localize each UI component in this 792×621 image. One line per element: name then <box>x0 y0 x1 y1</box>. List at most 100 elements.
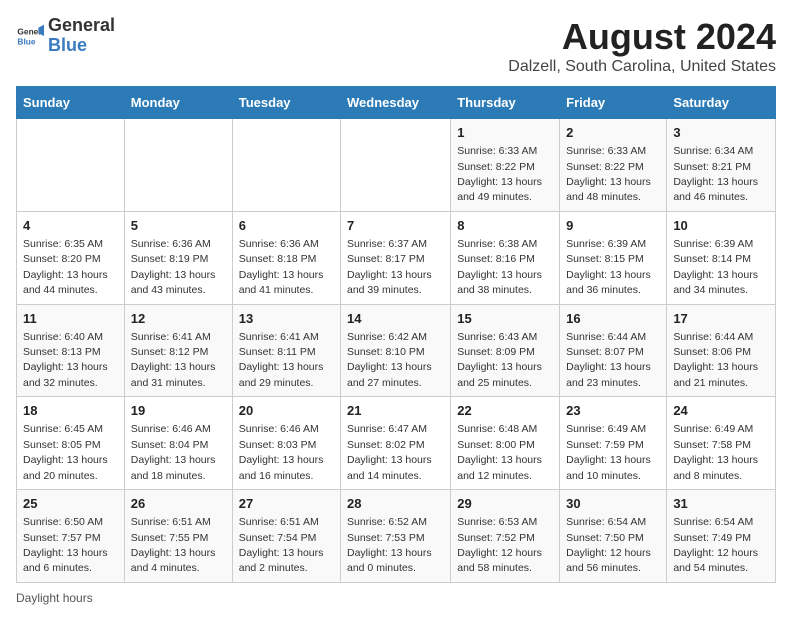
day-number: 15 <box>457 310 553 328</box>
day-detail: Sunrise: 6:33 AMSunset: 8:22 PMDaylight:… <box>566 145 651 203</box>
day-detail: Sunrise: 6:50 AMSunset: 7:57 PMDaylight:… <box>23 516 108 574</box>
day-cell: 25 Sunrise: 6:50 AMSunset: 7:57 PMDaylig… <box>17 490 125 583</box>
day-detail: Sunrise: 6:53 AMSunset: 7:52 PMDaylight:… <box>457 516 542 574</box>
day-cell: 22 Sunrise: 6:48 AMSunset: 8:00 PMDaylig… <box>451 397 560 490</box>
day-detail: Sunrise: 6:43 AMSunset: 8:09 PMDaylight:… <box>457 331 542 389</box>
day-detail: Sunrise: 6:51 AMSunset: 7:55 PMDaylight:… <box>131 516 216 574</box>
day-number: 17 <box>673 310 769 328</box>
day-cell: 31 Sunrise: 6:54 AMSunset: 7:49 PMDaylig… <box>667 490 776 583</box>
logo-blue: Blue <box>48 36 115 56</box>
day-number: 8 <box>457 217 553 235</box>
day-cell: 2 Sunrise: 6:33 AMSunset: 8:22 PMDayligh… <box>560 119 667 212</box>
title-area: August 2024 Dalzell, South Carolina, Uni… <box>508 16 776 76</box>
day-number: 30 <box>566 495 660 513</box>
day-cell: 23 Sunrise: 6:49 AMSunset: 7:59 PMDaylig… <box>560 397 667 490</box>
day-number: 3 <box>673 124 769 142</box>
day-detail: Sunrise: 6:36 AMSunset: 8:18 PMDaylight:… <box>239 238 324 296</box>
day-number: 22 <box>457 402 553 420</box>
day-detail: Sunrise: 6:36 AMSunset: 8:19 PMDaylight:… <box>131 238 216 296</box>
svg-text:Blue: Blue <box>17 36 35 46</box>
day-cell <box>17 119 125 212</box>
logo-general: General <box>48 16 115 36</box>
day-number: 14 <box>347 310 444 328</box>
day-number: 2 <box>566 124 660 142</box>
day-cell: 29 Sunrise: 6:53 AMSunset: 7:52 PMDaylig… <box>451 490 560 583</box>
day-number: 12 <box>131 310 226 328</box>
header: General Blue General Blue August 2024 Da… <box>16 16 776 76</box>
day-detail: Sunrise: 6:41 AMSunset: 8:12 PMDaylight:… <box>131 331 216 389</box>
day-cell: 3 Sunrise: 6:34 AMSunset: 8:21 PMDayligh… <box>667 119 776 212</box>
day-detail: Sunrise: 6:54 AMSunset: 7:49 PMDaylight:… <box>673 516 758 574</box>
day-cell: 28 Sunrise: 6:52 AMSunset: 7:53 PMDaylig… <box>341 490 451 583</box>
day-cell: 27 Sunrise: 6:51 AMSunset: 7:54 PMDaylig… <box>232 490 340 583</box>
day-cell: 12 Sunrise: 6:41 AMSunset: 8:12 PMDaylig… <box>124 304 232 397</box>
day-number: 18 <box>23 402 118 420</box>
col-saturday: Saturday <box>667 87 776 119</box>
week-row-0: 1 Sunrise: 6:33 AMSunset: 8:22 PMDayligh… <box>17 119 776 212</box>
day-number: 5 <box>131 217 226 235</box>
main-title: August 2024 <box>508 16 776 58</box>
day-number: 11 <box>23 310 118 328</box>
day-detail: Sunrise: 6:54 AMSunset: 7:50 PMDaylight:… <box>566 516 651 574</box>
logo: General Blue General Blue <box>16 16 115 56</box>
day-number: 1 <box>457 124 553 142</box>
day-cell: 20 Sunrise: 6:46 AMSunset: 8:03 PMDaylig… <box>232 397 340 490</box>
day-cell: 5 Sunrise: 6:36 AMSunset: 8:19 PMDayligh… <box>124 211 232 304</box>
logo-icon: General Blue <box>16 22 44 50</box>
day-detail: Sunrise: 6:34 AMSunset: 8:21 PMDaylight:… <box>673 145 758 203</box>
day-detail: Sunrise: 6:44 AMSunset: 8:07 PMDaylight:… <box>566 331 651 389</box>
day-cell: 19 Sunrise: 6:46 AMSunset: 8:04 PMDaylig… <box>124 397 232 490</box>
day-detail: Sunrise: 6:52 AMSunset: 7:53 PMDaylight:… <box>347 516 432 574</box>
day-cell: 24 Sunrise: 6:49 AMSunset: 7:58 PMDaylig… <box>667 397 776 490</box>
col-monday: Monday <box>124 87 232 119</box>
day-cell: 21 Sunrise: 6:47 AMSunset: 8:02 PMDaylig… <box>341 397 451 490</box>
day-cell: 18 Sunrise: 6:45 AMSunset: 8:05 PMDaylig… <box>17 397 125 490</box>
day-number: 4 <box>23 217 118 235</box>
day-detail: Sunrise: 6:33 AMSunset: 8:22 PMDaylight:… <box>457 145 542 203</box>
day-detail: Sunrise: 6:51 AMSunset: 7:54 PMDaylight:… <box>239 516 324 574</box>
day-number: 13 <box>239 310 334 328</box>
day-cell: 9 Sunrise: 6:39 AMSunset: 8:15 PMDayligh… <box>560 211 667 304</box>
day-cell: 16 Sunrise: 6:44 AMSunset: 8:07 PMDaylig… <box>560 304 667 397</box>
week-row-3: 18 Sunrise: 6:45 AMSunset: 8:05 PMDaylig… <box>17 397 776 490</box>
day-detail: Sunrise: 6:48 AMSunset: 8:00 PMDaylight:… <box>457 423 542 481</box>
day-number: 24 <box>673 402 769 420</box>
footer-note: Daylight hours <box>16 591 776 605</box>
day-detail: Sunrise: 6:39 AMSunset: 8:14 PMDaylight:… <box>673 238 758 296</box>
day-cell: 11 Sunrise: 6:40 AMSunset: 8:13 PMDaylig… <box>17 304 125 397</box>
day-number: 29 <box>457 495 553 513</box>
day-detail: Sunrise: 6:49 AMSunset: 7:59 PMDaylight:… <box>566 423 651 481</box>
day-number: 9 <box>566 217 660 235</box>
day-detail: Sunrise: 6:35 AMSunset: 8:20 PMDaylight:… <box>23 238 108 296</box>
day-detail: Sunrise: 6:42 AMSunset: 8:10 PMDaylight:… <box>347 331 432 389</box>
day-cell <box>124 119 232 212</box>
day-number: 19 <box>131 402 226 420</box>
day-cell <box>341 119 451 212</box>
day-cell: 1 Sunrise: 6:33 AMSunset: 8:22 PMDayligh… <box>451 119 560 212</box>
day-number: 31 <box>673 495 769 513</box>
day-detail: Sunrise: 6:46 AMSunset: 8:03 PMDaylight:… <box>239 423 324 481</box>
day-number: 26 <box>131 495 226 513</box>
day-cell: 30 Sunrise: 6:54 AMSunset: 7:50 PMDaylig… <box>560 490 667 583</box>
day-detail: Sunrise: 6:47 AMSunset: 8:02 PMDaylight:… <box>347 423 432 481</box>
day-cell: 13 Sunrise: 6:41 AMSunset: 8:11 PMDaylig… <box>232 304 340 397</box>
header-row: Sunday Monday Tuesday Wednesday Thursday… <box>17 87 776 119</box>
day-cell: 17 Sunrise: 6:44 AMSunset: 8:06 PMDaylig… <box>667 304 776 397</box>
day-detail: Sunrise: 6:46 AMSunset: 8:04 PMDaylight:… <box>131 423 216 481</box>
day-cell: 6 Sunrise: 6:36 AMSunset: 8:18 PMDayligh… <box>232 211 340 304</box>
day-detail: Sunrise: 6:38 AMSunset: 8:16 PMDaylight:… <box>457 238 542 296</box>
day-cell: 10 Sunrise: 6:39 AMSunset: 8:14 PMDaylig… <box>667 211 776 304</box>
day-number: 20 <box>239 402 334 420</box>
col-thursday: Thursday <box>451 87 560 119</box>
day-cell: 14 Sunrise: 6:42 AMSunset: 8:10 PMDaylig… <box>341 304 451 397</box>
day-detail: Sunrise: 6:45 AMSunset: 8:05 PMDaylight:… <box>23 423 108 481</box>
week-row-4: 25 Sunrise: 6:50 AMSunset: 7:57 PMDaylig… <box>17 490 776 583</box>
day-number: 7 <box>347 217 444 235</box>
week-row-2: 11 Sunrise: 6:40 AMSunset: 8:13 PMDaylig… <box>17 304 776 397</box>
day-number: 10 <box>673 217 769 235</box>
day-cell <box>232 119 340 212</box>
day-detail: Sunrise: 6:39 AMSunset: 8:15 PMDaylight:… <box>566 238 651 296</box>
day-cell: 7 Sunrise: 6:37 AMSunset: 8:17 PMDayligh… <box>341 211 451 304</box>
day-cell: 26 Sunrise: 6:51 AMSunset: 7:55 PMDaylig… <box>124 490 232 583</box>
day-number: 23 <box>566 402 660 420</box>
